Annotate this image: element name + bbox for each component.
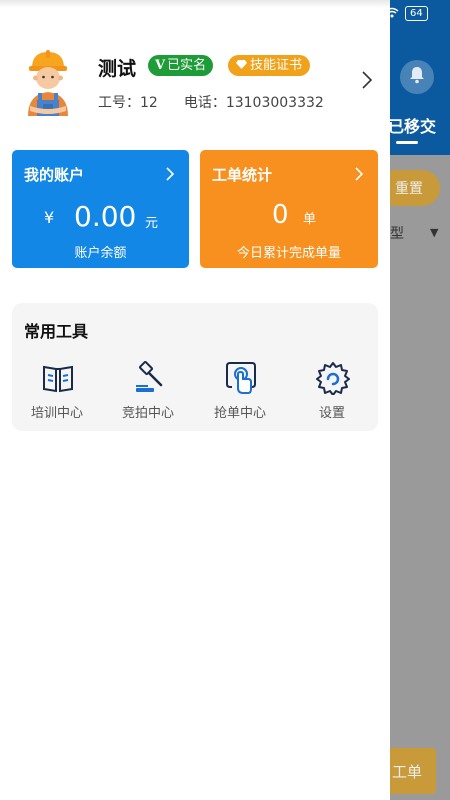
tool-label: 设置 [318, 406, 345, 421]
tab-underline [396, 141, 418, 144]
tool-label: 竞拍中心 [121, 406, 174, 421]
phone-number: 电话：13103003332 [183, 95, 324, 111]
gear-icon [316, 361, 350, 396]
dropdown-arrow-icon: ▼ [430, 226, 439, 239]
tab-transferred[interactable]: 已移交 [388, 113, 436, 137]
tool-training-center[interactable]: 培训中心 [17, 361, 97, 423]
avatar [18, 46, 78, 116]
chevron-right-icon [165, 166, 175, 182]
verified-v-icon: V [155, 58, 166, 73]
account-balance: 0.00 [74, 200, 137, 233]
top-shadow [0, 0, 390, 8]
tool-grab-order-center[interactable]: 抢单中心 [200, 361, 280, 423]
employee-number: 工号：12 [98, 95, 158, 111]
employee-info: 工号：12 电话：13103003332 [98, 92, 324, 112]
certificate-badge-label: 技能证书 [250, 58, 303, 73]
tool-settings[interactable]: 设置 [292, 361, 372, 423]
status-bar: 64 [385, 6, 428, 21]
account-balance-caption: 账户余额 [74, 246, 127, 261]
orders-unit: 单 [303, 212, 317, 227]
battery-indicator: 64 [405, 6, 428, 21]
tap-icon [224, 361, 258, 395]
orders-caption: 今日累计完成单量 [236, 246, 341, 261]
gavel-icon [132, 361, 166, 395]
account-card-title: 我的账户 [24, 166, 85, 184]
type-filter[interactable]: 型 [390, 223, 404, 243]
currency-unit: 元 [145, 216, 159, 231]
tool-auction-center[interactable]: 竞拍中心 [108, 361, 188, 423]
work-order-stats-card[interactable]: 工单统计 0 单 今日累计完成单量 [200, 150, 378, 268]
orders-card-title: 工单统计 [212, 166, 273, 184]
diamond-icon [236, 55, 247, 76]
chevron-right-icon[interactable] [360, 70, 374, 90]
tool-label: 培训中心 [30, 406, 83, 421]
tools-title: 常用工具 [24, 322, 89, 341]
tool-label: 抢单中心 [213, 406, 266, 421]
verified-badge: V 已实名 [148, 55, 214, 76]
chevron-right-icon [354, 166, 364, 182]
profile-section[interactable]: 测试 V 已实名 技能证书 工号：12 电话：13103003332 [0, 40, 390, 130]
side-drawer: 测试 V 已实名 技能证书 工号：12 电话：13103003332 我的账户 … [0, 0, 390, 800]
completed-orders-count: 0 [272, 200, 289, 230]
common-tools-panel: 常用工具 培训中心 竞拍中心 抢单中心 设置 [12, 303, 378, 431]
user-name: 测试 [98, 58, 137, 80]
my-account-card[interactable]: 我的账户 ¥ 0.00 元 账户余额 [12, 150, 189, 268]
currency-symbol: ¥ [44, 208, 55, 227]
notification-button[interactable] [400, 60, 434, 94]
verified-badge-label: 已实名 [167, 58, 207, 73]
certificate-badge[interactable]: 技能证书 [228, 55, 311, 76]
worker-avatar-icon [28, 50, 68, 116]
bell-icon [409, 66, 425, 88]
book-icon [41, 361, 75, 395]
